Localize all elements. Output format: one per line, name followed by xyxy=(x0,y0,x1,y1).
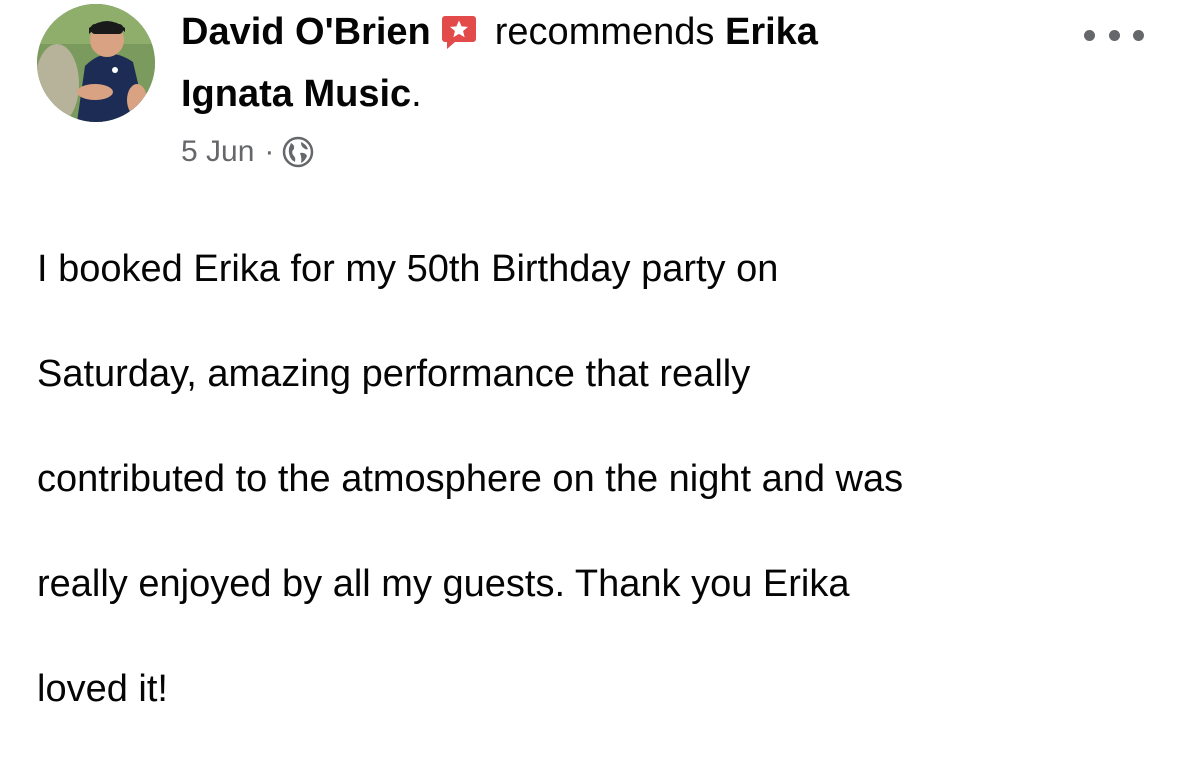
more-options-button[interactable] xyxy=(1084,20,1144,50)
avatar-photo xyxy=(37,4,155,122)
page-name-suffix: . xyxy=(411,73,422,115)
meta-separator: · xyxy=(264,135,275,168)
post-body-line: really enjoyed by all my guests. Thank y… xyxy=(37,562,850,605)
page-name-part-1[interactable]: Erika xyxy=(725,11,818,53)
more-options-icon-dot xyxy=(1133,29,1144,41)
post-meta: 5 Jun · xyxy=(181,132,314,179)
post-date[interactable]: 5 Jun xyxy=(181,135,254,168)
globe-icon[interactable] xyxy=(282,136,314,179)
recommendation-star-icon xyxy=(441,14,477,61)
post-body-line: loved it! xyxy=(37,667,168,710)
avatar[interactable] xyxy=(37,4,155,122)
recommendation-post: David O'Brien recommends Erika Ignata Mus… xyxy=(0,0,1179,710)
post-body-line: Saturday, amazing performance that reall… xyxy=(37,352,751,395)
more-options-icon-dot xyxy=(1084,29,1095,41)
post-body-line: I booked Erika for my 50th Birthday part… xyxy=(37,247,779,290)
post-body: I booked Erika for my 50th Birthday part… xyxy=(37,190,1157,768)
page-name-part-2[interactable]: Ignata Music xyxy=(181,73,411,115)
post-body-line: contributed to the atmosphere on the nig… xyxy=(37,457,904,500)
action-text: recommends xyxy=(494,11,715,53)
more-options-icon-dot xyxy=(1108,29,1120,41)
post-header-line-2: Ignata Music. xyxy=(181,71,422,117)
author-name[interactable]: David O'Brien xyxy=(181,11,431,53)
post-header-line-1: David O'Brien recommends Erika xyxy=(181,9,818,61)
